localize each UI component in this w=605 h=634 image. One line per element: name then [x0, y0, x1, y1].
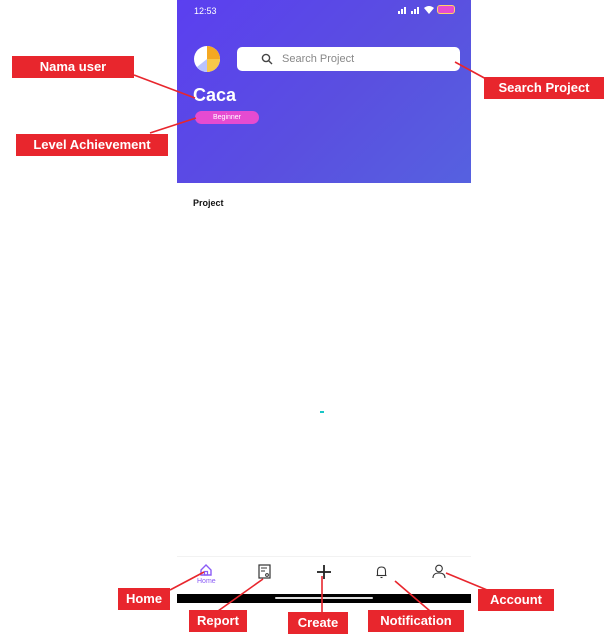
- bell-icon: [376, 566, 387, 579]
- signal-icon-2: [411, 6, 419, 14]
- status-icons: [398, 5, 455, 14]
- report-icon: [258, 564, 271, 579]
- bottom-navigation: Home: [177, 556, 471, 595]
- project-section-title: Project: [193, 198, 224, 208]
- signal-icon: [398, 6, 406, 14]
- callout-search-project: Search Project: [484, 77, 604, 99]
- level-badge: Beginner: [195, 111, 259, 124]
- search-icon: [261, 53, 273, 65]
- search-input[interactable]: Search Project: [237, 47, 460, 71]
- status-time: 12:53: [194, 6, 217, 16]
- callout-create: Create: [288, 612, 348, 634]
- phone-screen: 12:53 Search Project Caca Beginner Proje…: [177, 0, 471, 603]
- wifi-icon: [424, 5, 434, 14]
- callout-home: Home: [118, 588, 170, 610]
- add-icon: [317, 565, 331, 579]
- battery-icon: [437, 5, 455, 14]
- nav-report[interactable]: [258, 564, 272, 580]
- nav-notification[interactable]: [375, 565, 388, 579]
- callout-level-achievement: Level Achievement: [16, 134, 168, 156]
- nav-create[interactable]: [316, 564, 332, 580]
- nav-home-label: Home: [197, 578, 216, 585]
- callout-nama-user: Nama user: [12, 56, 134, 78]
- home-icon: [200, 564, 213, 576]
- gesture-bar: [177, 594, 471, 603]
- profile-header: 12:53 Search Project Caca Beginner: [177, 0, 471, 183]
- callout-report: Report: [189, 610, 247, 632]
- nav-home[interactable]: Home: [197, 563, 216, 585]
- user-icon: [432, 564, 446, 579]
- loading-indicator: [320, 411, 324, 413]
- gesture-handle: [275, 597, 373, 599]
- search-placeholder: Search Project: [282, 53, 355, 65]
- callout-account: Account: [478, 589, 554, 611]
- nav-account[interactable]: [432, 564, 446, 579]
- status-bar: 12:53: [177, 0, 471, 20]
- user-name: Caca: [193, 85, 237, 105]
- callout-notification: Notification: [368, 610, 464, 632]
- app-logo-icon: [194, 46, 220, 72]
